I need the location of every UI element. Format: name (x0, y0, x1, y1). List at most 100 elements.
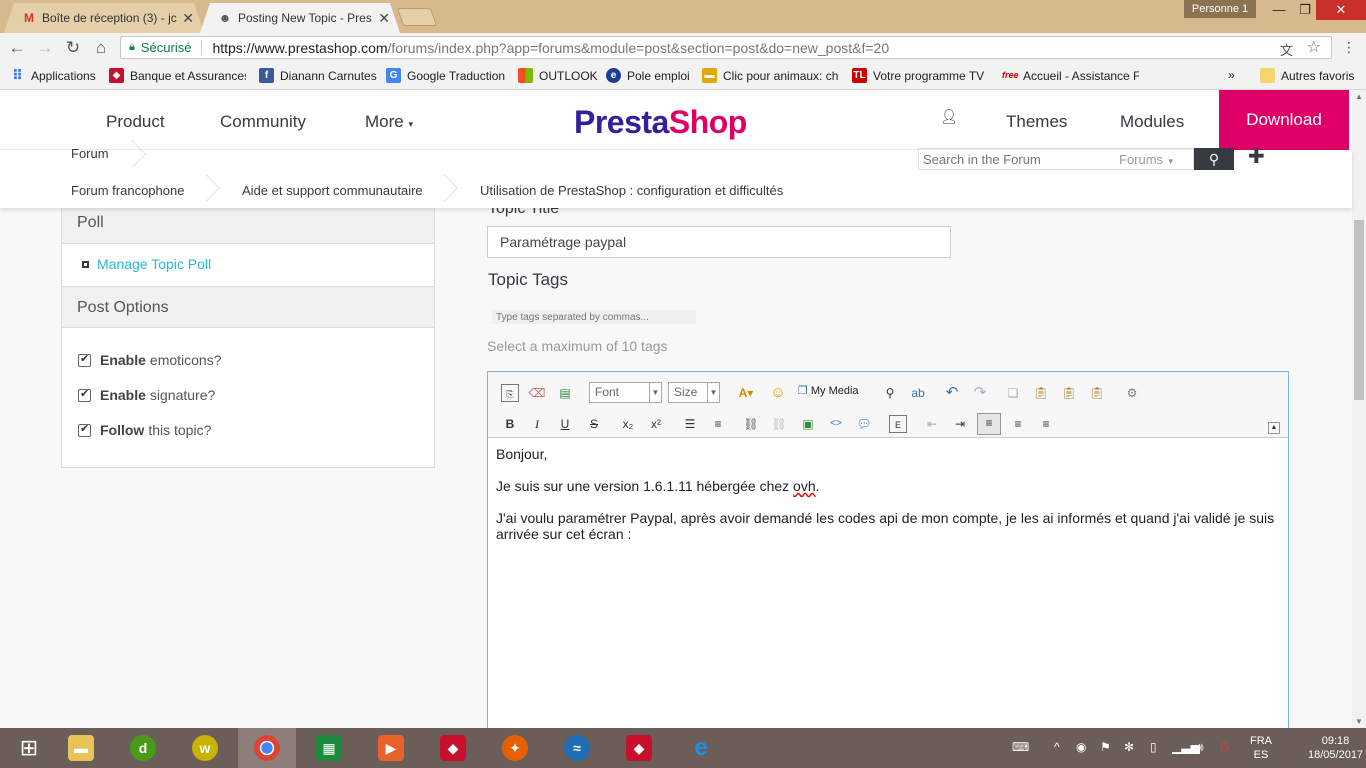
copy-icon[interactable]: ❏ (1004, 384, 1022, 402)
search-button[interactable]: ⚲ (1194, 148, 1234, 170)
close-icon[interactable]: ✕ (378, 10, 390, 27)
paste-text-icon[interactable]: 📋︎ (1060, 384, 1078, 402)
align-center-icon[interactable]: ≡ (1009, 415, 1027, 433)
forward-icon[interactable]: → (34, 37, 56, 59)
tab-gmail[interactable]: M Boîte de réception (3) - jc ✕ (4, 3, 204, 33)
volume-icon[interactable]: 🔊︎ (1196, 740, 1204, 755)
breadcrumb-item[interactable]: Forum francophone (71, 183, 184, 198)
my-media-button[interactable]: ❐ My Media (798, 384, 859, 398)
find-icon[interactable]: ⚲ (881, 384, 899, 402)
bookmark-programme-tv[interactable]: TL Votre programme TV (852, 68, 984, 83)
page-scrollbar[interactable]: ▲ ▼ (1352, 90, 1366, 728)
reload-icon[interactable]: ↻ (62, 37, 84, 59)
bookmark-autres-favoris[interactable]: Autres favoris (1260, 68, 1354, 83)
star-icon[interactable]: ☆ (1307, 37, 1321, 57)
taskbar-bank[interactable]: ◆ (424, 728, 482, 768)
bookmarks-overflow[interactable]: » (1228, 68, 1235, 82)
scroll-thumb[interactable] (1354, 220, 1364, 400)
breadcrumb-item[interactable]: Aide et support communautaire (242, 183, 423, 198)
address-bar[interactable]: 🔒︎ Sécurisé https://www.prestashop.com/f… (120, 36, 1332, 59)
source-icon[interactable]: ⎘ (501, 384, 519, 402)
antivirus-icon[interactable]: G (1220, 740, 1229, 754)
option-enable-emoticons[interactable]: Enable emoticons? (78, 352, 222, 368)
gear-icon[interactable]: ✻ (1124, 740, 1134, 754)
taskbar-app-orange[interactable]: ▶ (362, 728, 420, 768)
profile-button[interactable]: Personne 1 (1184, 0, 1256, 18)
unlink-icon[interactable]: ⛓ (770, 415, 788, 433)
start-button[interactable]: ⊞ (0, 728, 58, 768)
collapse-toolbar-icon[interactable]: ▲ (1268, 422, 1280, 434)
subscript-icon[interactable]: x₂ (619, 415, 637, 433)
nav-more[interactable]: More ▾ (365, 112, 413, 132)
bookmark-dianann[interactable]: f Dianann Carnutes (259, 68, 377, 83)
clock[interactable]: 09:18 18/05/2017 (1308, 734, 1363, 762)
breadcrumb-item[interactable]: Utilisation de PrestaShop : configuratio… (480, 183, 783, 198)
spoiler-icon[interactable]: E (889, 415, 907, 433)
outdent-icon[interactable]: ⇤ (923, 415, 941, 433)
numbered-list-icon[interactable]: ≡ (709, 415, 727, 433)
topic-tags-input[interactable] (492, 310, 696, 324)
taskbar-bank-2[interactable]: ◆ (610, 728, 668, 768)
editor-content[interactable]: Bonjour, Je suis sur une version 1.6.1.1… (496, 446, 1280, 558)
home-icon[interactable]: ⌂ (90, 37, 112, 59)
checkbox[interactable] (78, 387, 91, 402)
size-select[interactable]: Size ▼ (668, 382, 720, 403)
taskbar-app-yellow[interactable]: w (176, 728, 234, 768)
code-icon[interactable]: <> (827, 415, 845, 433)
eraser-icon[interactable]: ⌫ (528, 384, 546, 402)
manage-topic-poll-link[interactable]: Manage Topic Poll (82, 256, 211, 272)
new-tab-button[interactable] (396, 8, 438, 26)
font-select[interactable]: Font ▼ (589, 382, 662, 403)
bookmark-assistance-free[interactable]: free Accueil - Assistance Fr (1002, 68, 1139, 83)
quote-icon[interactable]: 💬︎ (855, 415, 873, 433)
undo-icon[interactable]: ↶ (943, 384, 961, 402)
strikethrough-icon[interactable]: S (585, 415, 603, 433)
plus-icon[interactable]: ✚ (1248, 144, 1265, 169)
underline-icon[interactable]: U (556, 415, 574, 433)
align-left-icon[interactable]: ≡ (977, 413, 1001, 435)
option-enable-signature[interactable]: Enable signature? (78, 387, 215, 403)
chevron-up-icon[interactable]: ^ (1054, 740, 1060, 754)
emoticon-icon[interactable]: ☺ (769, 384, 787, 402)
translate-icon[interactable]: 文 (1280, 40, 1293, 59)
taskbar-ie[interactable]: e (672, 728, 730, 768)
flag-icon[interactable]: ⚑ (1100, 740, 1111, 754)
chrome-tray-icon[interactable]: ◉ (1076, 740, 1086, 754)
bold-icon[interactable]: B (501, 415, 519, 433)
paste-word-icon[interactable]: 📋︎ (1088, 384, 1106, 402)
bookmark-applications[interactable]: ⠿ Applications (10, 68, 96, 83)
text-color-icon[interactable]: A▾ (734, 384, 758, 402)
prestashop-logo[interactable]: PrestaShop (574, 104, 747, 141)
close-icon[interactable]: ✕ (182, 10, 194, 27)
nav-modules[interactable]: Modules (1120, 112, 1184, 132)
taskbar-calculator[interactable]: ▦ (300, 728, 358, 768)
back-icon[interactable]: ← (6, 37, 28, 59)
download-button[interactable]: Download (1219, 90, 1349, 150)
taskbar-chrome[interactable] (238, 728, 296, 768)
redo-icon[interactable]: ↷ (971, 384, 989, 402)
scroll-up-icon[interactable]: ▲ (1355, 92, 1363, 101)
checkbox[interactable] (78, 422, 91, 437)
user-icon[interactable]: 👤︎ (940, 108, 958, 125)
nav-themes[interactable]: Themes (1006, 112, 1067, 132)
search-scope-select[interactable]: Forums ▼ (1119, 152, 1175, 167)
bookmark-pole-emploi[interactable]: e Pole emploi (606, 68, 690, 83)
topic-title-input[interactable] (487, 226, 951, 258)
bulleted-list-icon[interactable]: ☰ (681, 415, 699, 433)
taskbar-firefox[interactable]: ✦ (486, 728, 544, 768)
superscript-icon[interactable]: x² (647, 415, 665, 433)
battery-icon[interactable]: ▯ (1150, 740, 1157, 754)
bookmark-banque[interactable]: ◆ Banque et Assurances (109, 68, 246, 83)
bookmark-outlook[interactable]: OUTLOOK (518, 68, 598, 83)
tab-prestashop[interactable]: ☻ Posting New Topic - Pres ✕ (200, 3, 400, 33)
align-right-icon[interactable]: ≡ (1037, 415, 1055, 433)
scroll-down-icon[interactable]: ▼ (1355, 717, 1363, 726)
italic-icon[interactable]: I (528, 415, 546, 433)
close-window-icon[interactable]: ✕ (1316, 0, 1366, 20)
keyboard-icon[interactable]: ⌨ (1012, 740, 1029, 754)
nav-product[interactable]: Product (106, 112, 165, 132)
taskbar-app-green[interactable]: d (114, 728, 172, 768)
checkbox[interactable] (78, 352, 91, 367)
nav-community[interactable]: Community (220, 112, 306, 132)
option-follow-topic[interactable]: Follow this topic? (78, 422, 211, 438)
